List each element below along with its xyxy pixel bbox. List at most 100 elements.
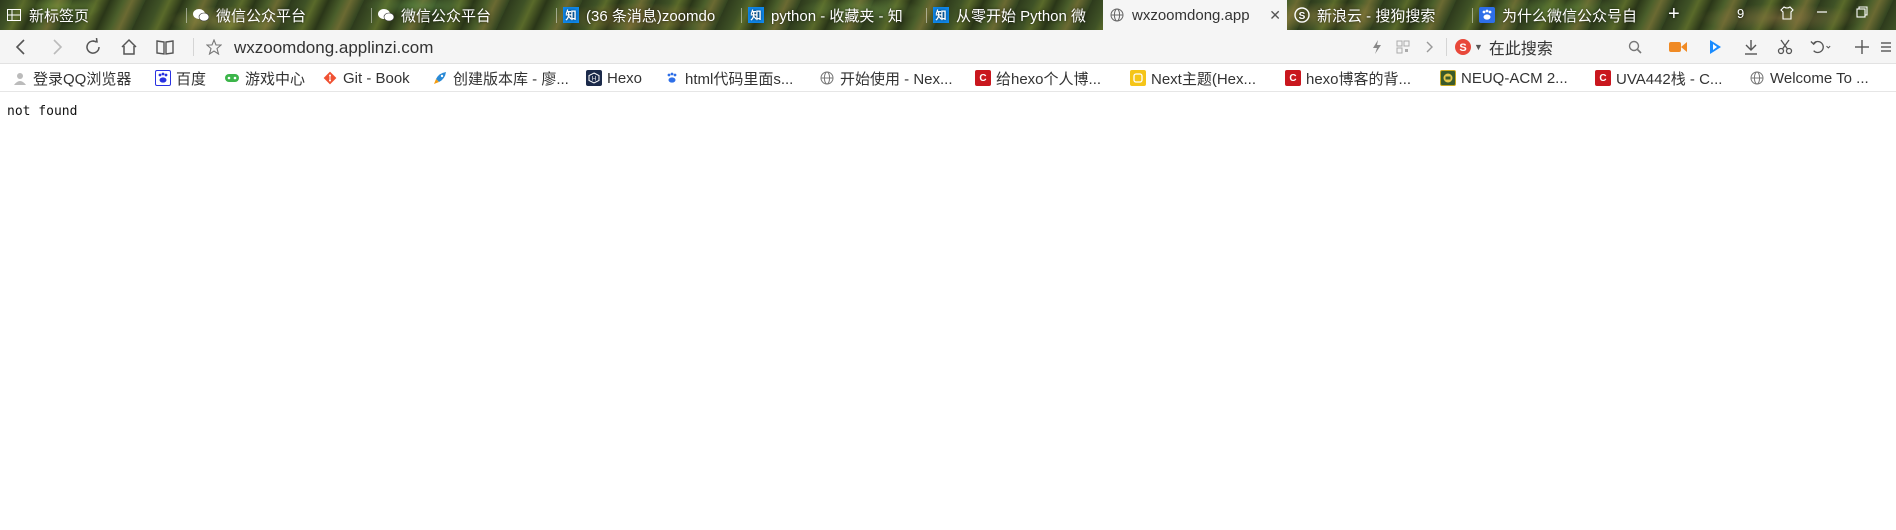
skin-icon[interactable] (1780, 6, 1794, 23)
tab-title: 新标签页 (29, 7, 90, 25)
tab-title: 微信公众平台 (401, 7, 492, 25)
new-tab-button[interactable]: + (1668, 3, 1680, 26)
bookmark-hexo-background[interactable]: C hexo博客的背... (1285, 69, 1412, 88)
tab-new-tab[interactable]: 新标签页 (0, 0, 186, 30)
tab-zhihu-python[interactable]: 知 python - 收藏夹 - 知 (742, 0, 926, 30)
user-icon (12, 70, 28, 86)
bookmark-label: UVA442栈 - C... (1616, 70, 1723, 88)
page-body-text: not found (7, 104, 78, 119)
toolbar-divider (193, 38, 194, 56)
tab-title: 新浪云 - 搜狗搜索 (1317, 7, 1436, 25)
menu-icon[interactable] (1874, 36, 1896, 58)
wechat-icon (193, 7, 209, 23)
git-icon (322, 70, 338, 86)
download-icon[interactable] (1740, 36, 1762, 58)
undo-icon[interactable] (1810, 36, 1832, 58)
csdn-icon: C (1285, 70, 1301, 86)
zhihu-icon: 知 (748, 7, 764, 23)
bookmark-welcome[interactable]: Welcome To ... (1749, 69, 1869, 87)
play-icon[interactable] (1704, 36, 1726, 58)
sogou-engine-icon[interactable]: S (1454, 38, 1472, 56)
hexo-icon: H (586, 70, 602, 86)
neuq-icon (1440, 70, 1456, 86)
grid-icon (6, 7, 22, 23)
reload-button[interactable] (82, 36, 104, 58)
qrcode-icon[interactable] (1392, 36, 1414, 58)
tab-title: (36 条消息)zoomdo (586, 7, 716, 25)
tab-strip: 新标签页 微信公众平台 微信公众平台 知 (36 条消息)zoomdo 知 py… (0, 0, 1896, 30)
bookmark-game-center[interactable]: 游戏中心 (224, 69, 306, 88)
rocket-icon (432, 70, 448, 86)
baidu-icon (155, 70, 171, 86)
address-bar[interactable]: wxzoomdong.applinzi.com (234, 38, 433, 58)
bookmark-label: Git - Book (343, 69, 410, 87)
bookmark-next-start[interactable]: 开始使用 - Nex... (819, 69, 953, 88)
search-input[interactable]: 在此搜索 (1489, 35, 1553, 59)
toolbar-divider (1446, 38, 1447, 56)
chevron-right-icon[interactable] (1418, 36, 1440, 58)
globe-icon (1109, 7, 1125, 23)
bookmark-baidu[interactable]: 百度 (155, 69, 206, 88)
bookmark-label: html代码里面s... (685, 70, 794, 88)
csdn-icon: C (1595, 70, 1611, 86)
bookmark-star-icon[interactable] (203, 36, 225, 58)
tab-count[interactable]: 9 (1737, 6, 1744, 21)
bookmark-label: 开始使用 - Nex... (840, 70, 953, 88)
bookmark-label: Next主题(Hex... (1151, 70, 1257, 88)
tab-baidu-question[interactable]: 为什么微信公众号自 (1473, 0, 1639, 30)
zhihu-icon: 知 (563, 7, 579, 23)
search-icon[interactable] (1624, 36, 1646, 58)
bookmark-hexo-blog[interactable]: C 给hexo个人博... (975, 69, 1102, 88)
bookmark-git-book[interactable]: Git - Book (322, 69, 410, 87)
search-box[interactable]: S ▼ 在此搜索 (1454, 35, 1644, 59)
bookmark-next-theme[interactable]: Next主题(Hex... (1130, 69, 1257, 88)
tab-title: 为什么微信公众号自 (1502, 7, 1638, 25)
bookmark-label: 登录QQ浏览器 (33, 70, 132, 88)
baidu-icon (1479, 7, 1495, 23)
bookmark-neuq-acm[interactable]: NEUQ-ACM 2... (1440, 69, 1568, 87)
baidu-paw-icon (664, 70, 680, 86)
add-icon[interactable] (1851, 36, 1873, 58)
tab-active-wxzoomdong[interactable]: wxzoomdong.app ✕ (1103, 0, 1287, 30)
tab-title: 微信公众平台 (216, 7, 307, 25)
bookmark-uva442[interactable]: C UVA442栈 - C... (1595, 69, 1723, 88)
tab-sogou-search[interactable]: S 新浪云 - 搜狗搜索 (1288, 0, 1472, 30)
back-button[interactable] (10, 36, 32, 58)
navigation-toolbar: wxzoomdong.applinzi.com S ▼ 在此搜索 (0, 30, 1896, 64)
globe-icon (819, 70, 835, 86)
bookmark-html-code[interactable]: html代码里面s... (664, 69, 794, 88)
bookmark-label: hexo博客的背... (1306, 70, 1412, 88)
flash-icon[interactable] (1366, 36, 1388, 58)
forward-button[interactable] (46, 36, 68, 58)
chevron-down-icon[interactable]: ▼ (1474, 42, 1483, 52)
sogou-icon: S (1294, 7, 1310, 23)
jianshu-icon (1130, 70, 1146, 86)
csdn-icon: C (975, 70, 991, 86)
home-button[interactable] (118, 36, 140, 58)
svg-text:S: S (1459, 42, 1466, 54)
bookmark-label: 创建版本库 - 廖... (453, 70, 569, 88)
close-icon[interactable]: ✕ (1269, 7, 1281, 24)
bookmark-label: 给hexo个人博... (996, 70, 1102, 88)
tab-wechat-1[interactable]: 微信公众平台 (187, 0, 371, 30)
zhihu-icon: 知 (933, 7, 949, 23)
tab-zhihu-python-wechat[interactable]: 知 从零开始 Python 微 (927, 0, 1103, 30)
restore-icon[interactable] (1856, 6, 1868, 21)
bookmark-hexo[interactable]: H Hexo (586, 69, 642, 87)
bookmark-qq-login[interactable]: 登录QQ浏览器 (12, 69, 132, 88)
tab-zhihu-messages[interactable]: 知 (36 条消息)zoomdo (557, 0, 741, 30)
svg-text:H: H (592, 77, 596, 83)
bookmark-create-repo[interactable]: 创建版本库 - 廖... (432, 69, 569, 88)
minimize-icon[interactable] (1816, 6, 1828, 21)
bookmark-label: NEUQ-ACM 2... (1461, 69, 1568, 87)
tab-title: wxzoomdong.app (1132, 6, 1250, 24)
bookmark-label: Hexo (607, 69, 643, 87)
tab-title: 从零开始 Python 微 (956, 7, 1087, 25)
bookmark-label: 游戏中心 (245, 70, 306, 88)
video-camera-icon[interactable] (1667, 36, 1689, 58)
tab-wechat-2[interactable]: 微信公众平台 (372, 0, 556, 30)
reader-mode-button[interactable] (154, 36, 176, 58)
gamepad-icon (224, 70, 240, 86)
svg-text:S: S (1299, 11, 1306, 22)
scissors-icon[interactable] (1774, 36, 1796, 58)
